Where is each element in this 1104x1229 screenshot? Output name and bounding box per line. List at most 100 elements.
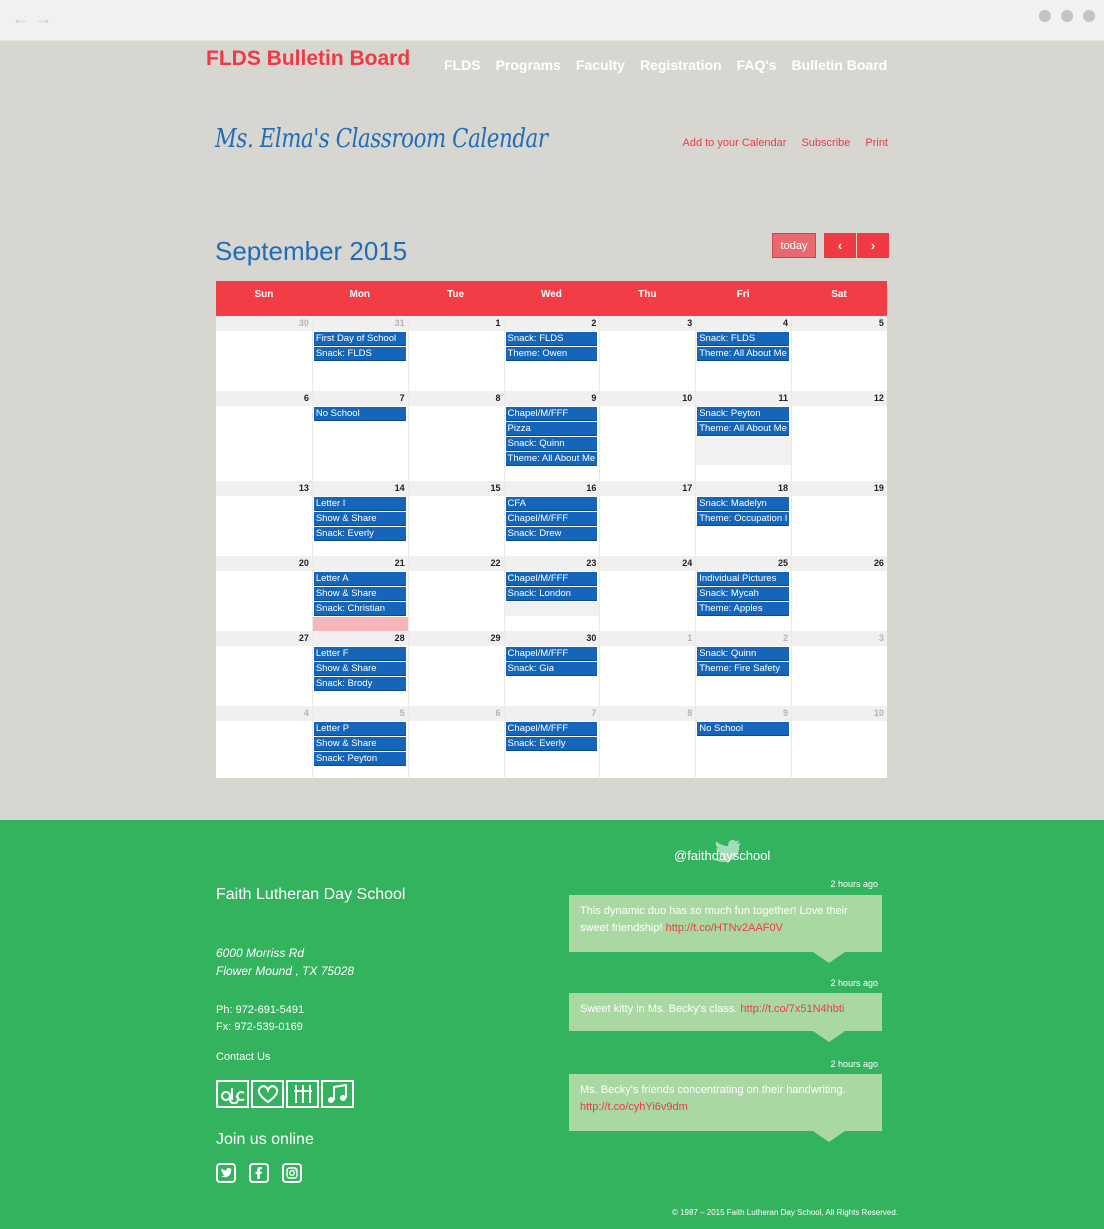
- calendar-day-cell[interactable]: 29: [407, 631, 504, 706]
- calendar-event[interactable]: Snack: Gia: [505, 662, 598, 676]
- calendar-day-cell[interactable]: 3: [599, 316, 696, 391]
- day-number[interactable]: 2: [504, 316, 600, 331]
- calendar-day-cell[interactable]: 27: [216, 631, 312, 706]
- abc-icon[interactable]: [216, 1080, 249, 1108]
- calendar-day-cell[interactable]: 6: [216, 391, 312, 481]
- calendar-day-cell[interactable]: 22: [407, 556, 504, 631]
- calendar-day-cell[interactable]: 9 No School: [695, 706, 792, 779]
- day-number[interactable]: 2: [696, 631, 792, 646]
- calendar-day-cell[interactable]: 20: [216, 556, 312, 631]
- calendar-day-cell[interactable]: 28 Letter F Show & Share Snack: Brody: [311, 631, 408, 706]
- calendar-event[interactable]: First Day of School: [313, 332, 406, 346]
- calendar-day-cell[interactable]: 1: [599, 631, 696, 706]
- calendar-day-cell[interactable]: 5 Letter P Show & Share Snack: Peyton: [311, 706, 408, 779]
- day-number[interactable]: 25: [696, 556, 792, 571]
- calendar-day-cell[interactable]: 30: [216, 316, 312, 391]
- day-number[interactable]: 10: [600, 391, 696, 406]
- calendar-day-cell[interactable]: 2 Snack: FLDS Theme: Owen: [503, 316, 600, 391]
- day-number[interactable]: 3: [792, 631, 887, 646]
- day-number[interactable]: 30: [216, 316, 312, 331]
- nav-item-flds[interactable]: FLDS: [444, 57, 481, 73]
- day-number[interactable]: 4: [696, 316, 792, 331]
- next-month-button[interactable]: ›: [857, 233, 889, 258]
- calendar-event[interactable]: Snack: Quinn: [697, 647, 790, 661]
- prev-month-button[interactable]: ‹: [824, 233, 856, 258]
- instagram-icon[interactable]: [282, 1163, 302, 1183]
- calendar-day-cell[interactable]: 3: [791, 631, 887, 706]
- calendar-event[interactable]: Snack: Drew: [505, 527, 598, 541]
- day-number[interactable]: 4: [216, 706, 312, 721]
- cross-icon[interactable]: [286, 1080, 319, 1108]
- tweet-link[interactable]: http://t.co/HTNv2AAF0V: [666, 922, 783, 934]
- calendar-event[interactable]: Chapel/M/FFF: [505, 722, 598, 736]
- day-number[interactable]: 14: [312, 481, 408, 496]
- calendar-event[interactable]: Letter F: [313, 647, 406, 661]
- calendar-event[interactable]: Chapel/M/FFF: [505, 647, 598, 661]
- calendar-event[interactable]: Snack: Mycah: [697, 587, 790, 601]
- day-number[interactable]: 8: [600, 706, 696, 721]
- calendar-event[interactable]: Snack: Christian: [313, 602, 406, 616]
- calendar-day-cell[interactable]: 13: [216, 481, 312, 556]
- calendar-event[interactable]: Snack: Everly: [313, 527, 406, 541]
- tweet-link[interactable]: http://t.co/7x51N4hbti: [740, 1003, 844, 1015]
- day-number[interactable]: 24: [600, 556, 696, 571]
- calendar-event[interactable]: Theme: All About Me: [505, 452, 598, 466]
- day-number[interactable]: 23: [504, 556, 600, 571]
- calendar-day-cell[interactable]: 4 Snack: FLDS Theme: All About Me: [695, 316, 792, 391]
- calendar-day-cell[interactable]: 6: [407, 706, 504, 779]
- calendar-day-cell[interactable]: 18 Snack: Madelyn Theme: Occupation I: [695, 481, 792, 556]
- calendar-event[interactable]: CFA: [505, 497, 598, 511]
- calendar-day-cell[interactable]: 16 CFA Chapel/M/FFF Snack: Drew: [503, 481, 600, 556]
- forward-arrow-icon[interactable]: →: [35, 9, 52, 29]
- day-number[interactable]: 10: [792, 706, 887, 721]
- day-number[interactable]: 9: [504, 391, 600, 406]
- day-number[interactable]: 21: [312, 556, 408, 571]
- subscribe-link[interactable]: Subscribe: [801, 137, 850, 149]
- calendar-day-cell[interactable]: 2 Snack: Quinn Theme: Fire Safety: [695, 631, 792, 706]
- day-number[interactable]: 7: [312, 391, 408, 406]
- day-number[interactable]: 6: [216, 391, 312, 406]
- day-number[interactable]: 1: [408, 316, 504, 331]
- calendar-event[interactable]: Theme: Occupation I: [697, 512, 790, 526]
- calendar-day-cell[interactable]: 10: [791, 706, 887, 779]
- contact-us-link[interactable]: Contact Us: [216, 1051, 270, 1063]
- calendar-event[interactable]: Letter I: [313, 497, 406, 511]
- calendar-day-cell[interactable]: 17: [599, 481, 696, 556]
- day-number[interactable]: 18: [696, 481, 792, 496]
- day-number[interactable]: 15: [408, 481, 504, 496]
- calendar-day-cell[interactable]: 30 Chapel/M/FFF Snack: Gia: [503, 631, 600, 706]
- nav-item-bulletin-board[interactable]: Bulletin Board: [792, 57, 888, 73]
- day-number[interactable]: 12: [792, 391, 887, 406]
- calendar-day-cell[interactable]: 8: [599, 706, 696, 779]
- day-number[interactable]: 16: [504, 481, 600, 496]
- facebook-icon[interactable]: [249, 1163, 269, 1183]
- calendar-day-cell[interactable]: 7 Chapel/M/FFF Snack: Everly: [503, 706, 600, 779]
- calendar-day-cell[interactable]: 14 Letter I Show & Share Snack: Everly: [311, 481, 408, 556]
- twitter-icon[interactable]: [216, 1163, 236, 1183]
- calendar-event[interactable]: Theme: All About Me: [697, 422, 790, 436]
- nav-item-registration[interactable]: Registration: [640, 57, 722, 73]
- day-number[interactable]: 31: [312, 316, 408, 331]
- calendar-event[interactable]: Show & Share: [313, 587, 406, 601]
- heart-icon[interactable]: [251, 1080, 284, 1108]
- day-number[interactable]: 19: [792, 481, 887, 496]
- calendar-event[interactable]: Chapel/M/FFF: [505, 407, 598, 421]
- window-dot-icon[interactable]: [1039, 10, 1051, 22]
- calendar-day-cell[interactable]: 21 Letter A Show & Share Snack: Christian: [311, 556, 408, 631]
- day-number[interactable]: 30: [504, 631, 600, 646]
- nav-item-faculty[interactable]: Faculty: [576, 57, 625, 73]
- calendar-day-cell[interactable]: 24: [599, 556, 696, 631]
- calendar-event[interactable]: Show & Share: [313, 737, 406, 751]
- day-number[interactable]: 3: [600, 316, 696, 331]
- tweet-link[interactable]: http://t.co/cyhYi6v9dm: [580, 1101, 688, 1113]
- calendar-event[interactable]: Pizza: [505, 422, 598, 436]
- calendar-event[interactable]: Chapel/M/FFF: [505, 572, 598, 586]
- calendar-day-cell[interactable]: 26: [791, 556, 887, 631]
- calendar-day-cell[interactable]: 19: [791, 481, 887, 556]
- back-arrow-icon[interactable]: ←: [12, 9, 29, 29]
- calendar-event[interactable]: Chapel/M/FFF: [505, 512, 598, 526]
- calendar-day-cell[interactable]: 5: [791, 316, 887, 391]
- calendar-day-cell[interactable]: 10: [599, 391, 696, 481]
- calendar-event[interactable]: Letter P: [313, 722, 406, 736]
- calendar-day-cell[interactable]: 7 No School: [311, 391, 408, 481]
